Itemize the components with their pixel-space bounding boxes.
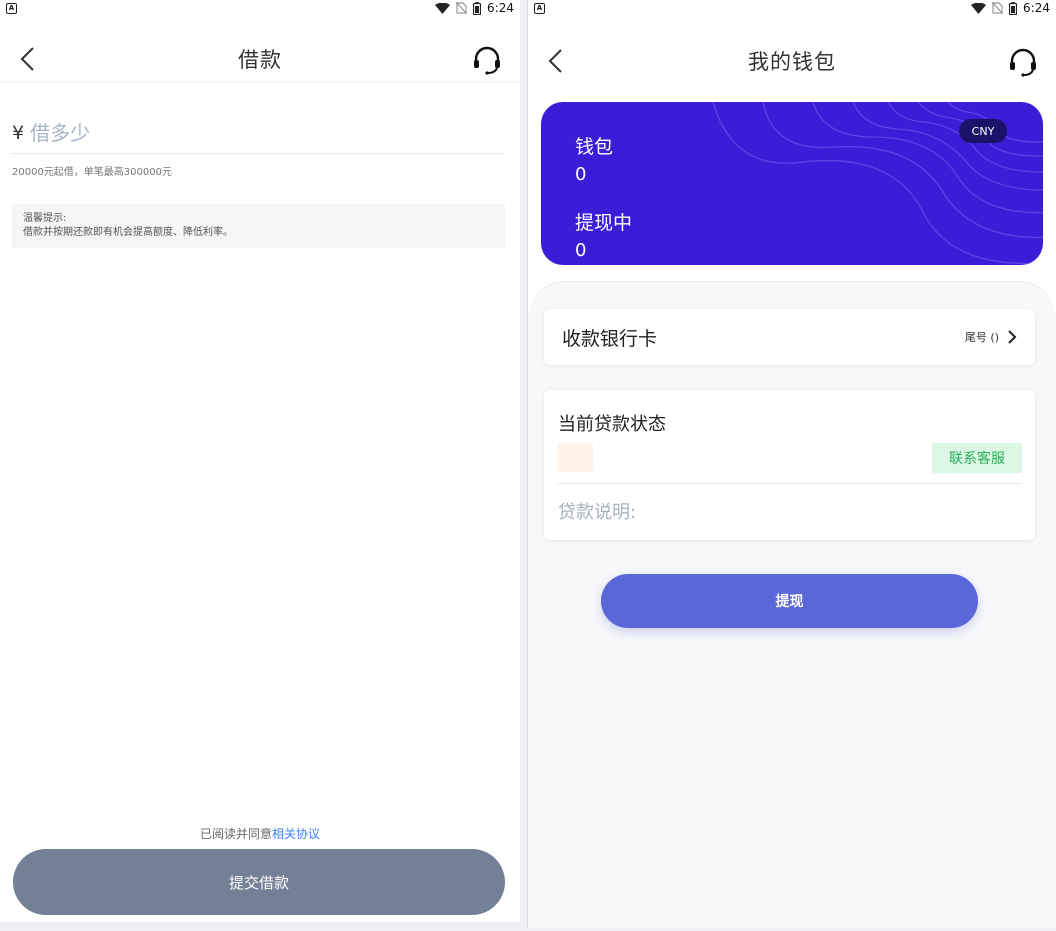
amount-row: ¥ — [12, 112, 505, 154]
loan-status-badge — [558, 443, 593, 472]
back-arrow-icon[interactable] — [16, 46, 42, 72]
loan-status-title: 当前贷款状态 — [558, 414, 666, 435]
wallet-label: 钱包 — [575, 136, 614, 158]
bank-card-tail: 尾号 () — [964, 331, 999, 344]
currency-badge: CNY — [959, 119, 1007, 143]
withdrawing-label: 提现中 — [575, 212, 633, 234]
wallet-card: CNY 钱包 0 提现中 0 — [541, 102, 1043, 265]
tip-title: 温馨提示: — [23, 213, 67, 224]
battery-icon — [1009, 1, 1018, 15]
agreement-prefix: 已阅读并同意 — [199, 827, 272, 841]
back-arrow-icon[interactable] — [544, 48, 570, 74]
nav-bar: 借款 — [0, 34, 520, 84]
notification-a-icon: A — [534, 3, 545, 14]
no-sim-icon — [456, 2, 468, 14]
loan-description-label: 贷款说明: — [558, 502, 637, 523]
bank-card-row[interactable]: 收款银行卡 尾号 () — [544, 309, 1035, 365]
amount-hint: 20000元起借，单笔最高300000元 — [12, 167, 172, 178]
status-bar: A 6:24 — [0, 0, 520, 20]
withdraw-button[interactable]: 提现 — [601, 574, 978, 628]
loan-status-card: 当前贷款状态 联系客服 贷款说明: — [544, 390, 1035, 540]
bank-card-label: 收款银行卡 — [562, 327, 658, 350]
page-title: 借款 — [238, 48, 282, 72]
submit-loan-button[interactable]: 提交借款 — [13, 849, 505, 915]
wifi-icon — [435, 2, 451, 14]
loan-amount-input[interactable] — [30, 120, 451, 145]
loan-screen: A 6:24 借款 ¥ 20000元起借，单笔最高300000元 温馨提示: 借… — [0, 0, 520, 922]
currency-symbol: ¥ — [12, 121, 25, 144]
notification-a-icon: A — [6, 3, 17, 14]
clock: 6:24 — [1023, 1, 1050, 15]
wifi-icon — [971, 2, 987, 14]
headset-support-icon[interactable] — [472, 45, 502, 75]
headset-support-icon[interactable] — [1008, 47, 1038, 77]
tip-box: 温馨提示: 借款并按期还款即有机会提高额度、降低利率。 — [12, 204, 505, 248]
contact-support-button[interactable]: 联系客服 — [932, 443, 1022, 473]
wallet-screen: A 6:24 我的钱包 CNY 钱包 0 提现中 0 收款银行卡 尾号 () 当… — [527, 0, 1056, 928]
agreement-link[interactable]: 相关协议 — [272, 827, 320, 841]
battery-icon — [473, 1, 482, 15]
nav-divider — [0, 82, 520, 83]
page-title: 我的钱包 — [748, 50, 836, 74]
nav-bar: 我的钱包 — [528, 36, 1056, 86]
clock: 6:24 — [487, 1, 514, 15]
status-bar: A 6:24 — [528, 0, 1056, 20]
withdrawing-amount: 0 — [575, 240, 587, 261]
status-divider — [558, 483, 1022, 484]
no-sim-icon — [992, 2, 1004, 14]
tip-text: 借款并按期还款即有机会提高额度、降低利率。 — [23, 227, 233, 238]
wallet-balance: 0 — [575, 164, 587, 185]
chevron-right-icon — [1008, 330, 1017, 344]
agreement-text: 已阅读并同意相关协议 — [0, 825, 520, 842]
